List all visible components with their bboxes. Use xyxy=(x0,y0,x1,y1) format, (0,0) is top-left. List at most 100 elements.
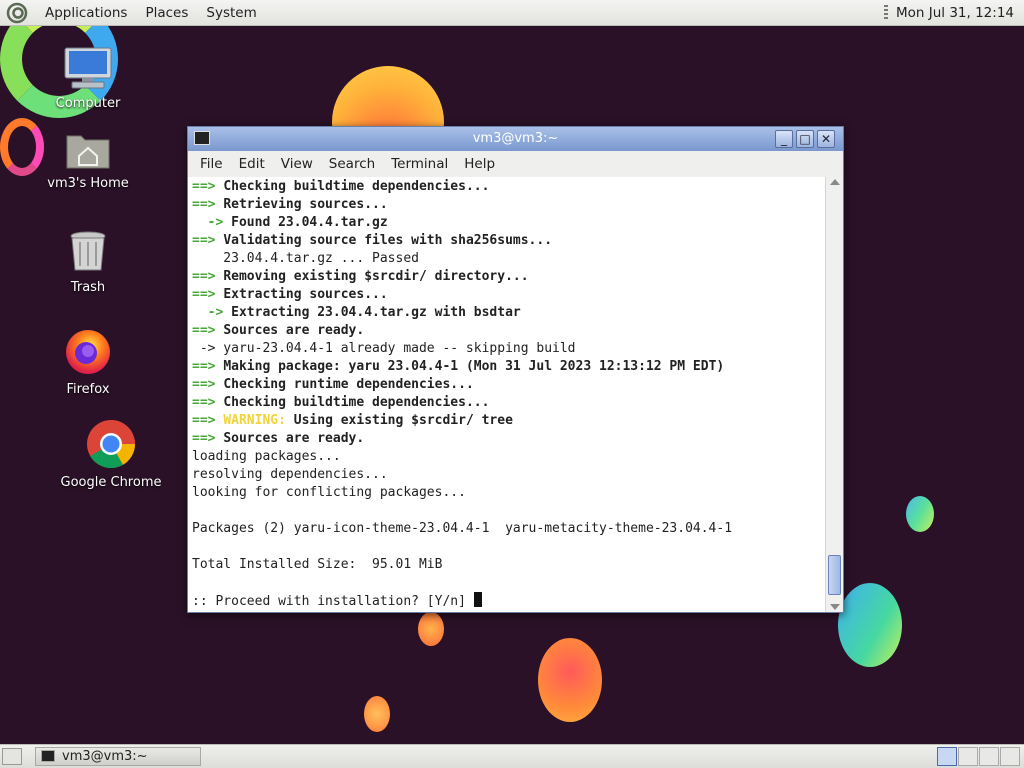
terminal-line: ==> Checking buildtime dependencies... xyxy=(192,394,825,412)
desktop-icon-chrome[interactable]: Google Chrome xyxy=(56,419,166,490)
terminal-line: ==> WARNING: Using existing $srcdir/ tre… xyxy=(192,412,825,430)
menu-edit[interactable]: Edit xyxy=(231,156,273,172)
terminal-arrow: ==> xyxy=(192,287,224,302)
desktop-icon-label: Computer xyxy=(55,96,121,111)
terminal-line: -> Found 23.04.4.tar.gz xyxy=(192,214,825,232)
terminal-line-text: Using existing $srcdir/ tree xyxy=(293,413,513,428)
terminal-warning: WARNING: xyxy=(223,413,294,428)
terminal-line: ==> Validating source files with sha256s… xyxy=(192,232,825,250)
terminal-line: 23.04.4.tar.gz ... Passed xyxy=(192,250,825,268)
computer-icon xyxy=(64,47,112,89)
desktop-icon-label: Firefox xyxy=(66,382,110,397)
terminal-arrow: ==> xyxy=(192,197,224,212)
show-desktop-icon[interactable] xyxy=(2,748,22,765)
terminal-menubar: File Edit View Search Terminal Help xyxy=(188,151,843,178)
terminal-line-text: Checking buildtime dependencies... xyxy=(223,395,490,410)
menu-terminal[interactable]: Terminal xyxy=(383,156,456,172)
clock[interactable]: Mon Jul 31, 12:14 xyxy=(896,0,1014,26)
desktop-icon-home[interactable]: vm3's Home xyxy=(33,130,143,191)
scroll-down-arrow-icon[interactable] xyxy=(830,604,840,610)
desktop-icon-label: Google Chrome xyxy=(60,475,162,490)
terminal-prompt-line[interactable]: :: Proceed with installation? [Y/n] xyxy=(192,592,825,610)
terminal-line-text: Making package: yaru 23.04.4-1 (Mon 31 J… xyxy=(223,359,725,374)
terminal-line-text: Packages (2) yaru-icon-theme-23.04.4-1 y… xyxy=(192,521,733,536)
terminal-line-text: Extracting sources... xyxy=(223,287,388,302)
terminal-line-text: resolving dependencies... xyxy=(192,467,388,482)
terminal-line: resolving dependencies... xyxy=(192,466,825,484)
bottom-panel: vm3@vm3:~ xyxy=(0,744,1024,768)
terminal-line: Total Installed Size: 95.01 MiB xyxy=(192,556,825,574)
terminal-line-text: Found 23.04.4.tar.gz xyxy=(231,215,388,230)
window-title: vm3@vm3:~ xyxy=(472,131,559,146)
terminal-arrow: ==> xyxy=(192,413,224,428)
terminal-line: looking for conflicting packages... xyxy=(192,484,825,502)
terminal-line: ==> Checking buildtime dependencies... xyxy=(192,178,825,196)
workspace-3[interactable] xyxy=(979,747,999,766)
terminal-arrow: ==> xyxy=(192,395,224,410)
terminal-line-text: loading packages... xyxy=(192,449,341,464)
terminal-arrow: ==> xyxy=(192,233,224,248)
menu-file[interactable]: File xyxy=(192,156,231,172)
desktop-icon-computer[interactable]: Computer xyxy=(33,46,143,111)
terminal-line: -> yaru-23.04.4-1 already made -- skippi… xyxy=(192,340,825,358)
terminal-line: ==> Sources are ready. xyxy=(192,430,825,448)
applications-menu[interactable]: Applications xyxy=(36,0,136,26)
close-button[interactable]: ✕ xyxy=(817,130,835,148)
wallpaper-shape xyxy=(418,612,444,646)
terminal-scrollbar[interactable] xyxy=(825,177,843,612)
panel-handle-icon[interactable] xyxy=(884,5,888,21)
scrollbar-thumb[interactable] xyxy=(828,555,841,595)
terminal-line: -> Extracting 23.04.4.tar.gz with bsdtar xyxy=(192,304,825,322)
desktop-icon-trash[interactable]: Trash xyxy=(33,230,143,295)
workspace-2[interactable] xyxy=(958,747,978,766)
terminal-line-text: 23.04.4.tar.gz ... Passed xyxy=(192,251,419,266)
terminal-line: ==> Checking runtime dependencies... xyxy=(192,376,825,394)
terminal-arrow: -> xyxy=(192,305,232,320)
mate-logo-icon[interactable] xyxy=(6,2,28,24)
desktop-icon-firefox[interactable]: Firefox xyxy=(33,326,143,397)
terminal-arrow: ==> xyxy=(192,179,224,194)
minimize-button[interactable]: _ xyxy=(775,130,793,148)
menu-search[interactable]: Search xyxy=(321,156,383,172)
terminal-line-text: looking for conflicting packages... xyxy=(192,485,466,500)
menu-view[interactable]: View xyxy=(273,156,321,172)
terminal-line: ==> Sources are ready. xyxy=(192,322,825,340)
terminal-line: ==> Retrieving sources... xyxy=(192,196,825,214)
taskbar-button-terminal[interactable]: vm3@vm3:~ xyxy=(35,747,201,766)
terminal-icon xyxy=(41,750,55,762)
workspace-1[interactable] xyxy=(937,747,957,766)
terminal-line: ==> Extracting sources... xyxy=(192,286,825,304)
terminal-cursor xyxy=(473,592,482,607)
taskbar-button-label: vm3@vm3:~ xyxy=(62,749,148,764)
terminal-line-text: Removing existing $srcdir/ directory... xyxy=(223,269,529,284)
home-folder-icon xyxy=(66,135,110,169)
wallpaper-shape xyxy=(838,583,902,667)
terminal-line: Packages (2) yaru-icon-theme-23.04.4-1 y… xyxy=(192,520,825,538)
menu-help[interactable]: Help xyxy=(456,156,503,172)
wallpaper-shape xyxy=(906,496,934,532)
terminal-line-text: Sources are ready. xyxy=(223,323,365,338)
terminal-arrow: ==> xyxy=(192,431,224,446)
desktop-icon-label: Trash xyxy=(70,280,106,295)
places-menu[interactable]: Places xyxy=(136,0,197,26)
workspace-4[interactable] xyxy=(1000,747,1020,766)
terminal-line: ==> Removing existing $srcdir/ directory… xyxy=(192,268,825,286)
trash-icon xyxy=(70,231,106,271)
clock-area: Mon Jul 31, 12:14 xyxy=(884,0,1014,26)
chrome-icon xyxy=(87,420,135,469)
system-menu[interactable]: System xyxy=(197,0,265,26)
terminal-window[interactable]: vm3@vm3:~ _ □ ✕ File Edit View Search Te… xyxy=(187,126,844,613)
scroll-up-arrow-icon[interactable] xyxy=(830,179,840,185)
desktop-icon-label: vm3's Home xyxy=(47,176,129,191)
terminal-arrow: ==> xyxy=(192,377,224,392)
terminal-line: ==> Making package: yaru 23.04.4-1 (Mon … xyxy=(192,358,825,376)
wallpaper-shape xyxy=(538,638,602,722)
terminal-icon xyxy=(194,131,210,145)
terminal-output[interactable]: ==> Checking buildtime dependencies... ==… xyxy=(188,177,825,612)
window-titlebar[interactable]: vm3@vm3:~ _ □ ✕ xyxy=(188,127,843,151)
terminal-line-text: Retrieving sources... xyxy=(223,197,388,212)
maximize-button[interactable]: □ xyxy=(796,130,814,148)
terminal-arrow: -> xyxy=(192,215,232,230)
